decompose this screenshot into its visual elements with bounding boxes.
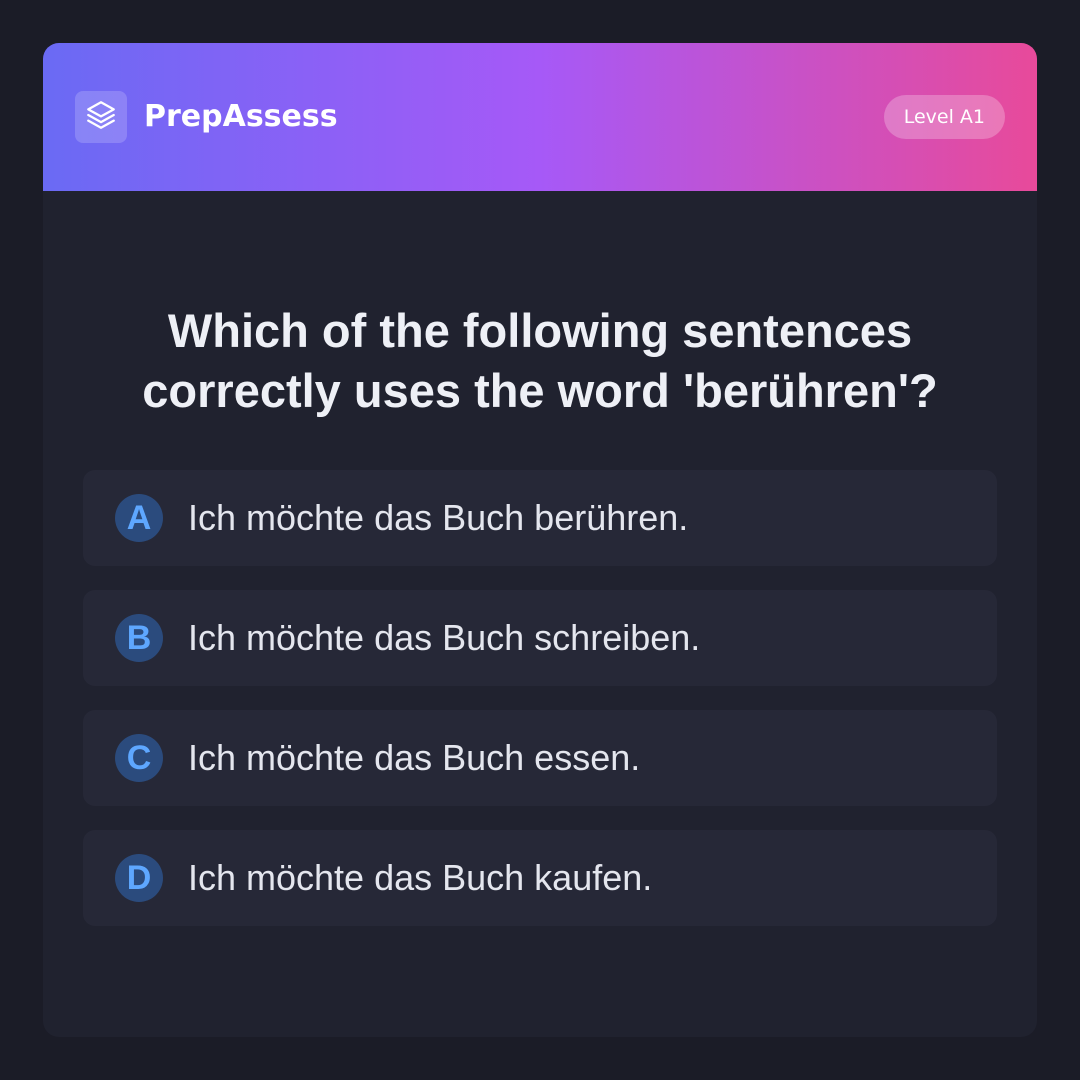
option-text: Ich möchte das Buch berühren. (188, 497, 689, 538)
option-letter: B (115, 614, 163, 662)
answer-option-c[interactable]: C Ich möchte das Buch essen. (83, 710, 997, 806)
option-text: Ich möchte das Buch essen. (188, 737, 641, 778)
logo (75, 91, 127, 143)
option-text: Ich möchte das Buch schreiben. (188, 617, 701, 658)
quiz-header: PrepAssess Level A1 (43, 43, 1037, 191)
quiz-card: PrepAssess Level A1 Which of the followi… (43, 43, 1037, 1037)
answer-option-a[interactable]: A Ich möchte das Buch berühren. (83, 470, 997, 566)
answer-option-d[interactable]: D Ich möchte das Buch kaufen. (83, 830, 997, 926)
option-letter: C (115, 734, 163, 782)
brand-name: PrepAssess (144, 99, 338, 134)
option-letter: A (115, 494, 163, 542)
option-letter: D (115, 854, 163, 902)
question-text: Which of the following sentences correct… (142, 304, 938, 417)
level-badge: Level A1 (883, 95, 1005, 139)
answer-options: A Ich möchte das Buch berühren. B Ich mö… (83, 470, 997, 950)
option-text: Ich möchte das Buch kaufen. (188, 857, 653, 898)
layers-icon (84, 98, 118, 137)
answer-option-b[interactable]: B Ich möchte das Buch schreiben. (83, 590, 997, 686)
